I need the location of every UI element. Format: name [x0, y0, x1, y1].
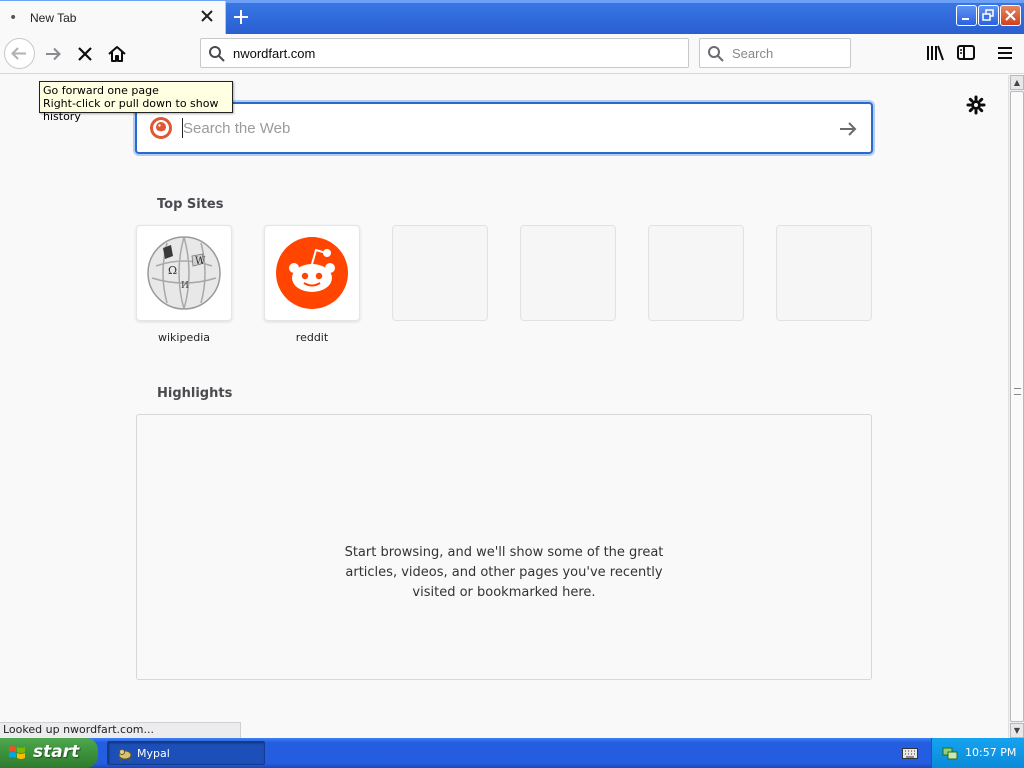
top-sites-heading: Top Sites: [157, 197, 224, 212]
gear-icon: [966, 95, 986, 115]
new-tab-page: Search the Web Top Sites Ω W И wikipedia: [0, 75, 1008, 738]
top-site-label[interactable]: wikipedia: [136, 331, 232, 344]
top-site-tile-empty[interactable]: [520, 225, 616, 321]
new-tab-button[interactable]: [230, 6, 252, 28]
highlights-heading: Highlights: [157, 386, 233, 401]
top-site-tile-empty[interactable]: [648, 225, 744, 321]
minimize-icon: [962, 18, 969, 20]
top-site-tile-wikipedia[interactable]: Ω W И: [136, 225, 232, 321]
forward-button-tooltip: Go forward one page Right-click or pull …: [39, 81, 233, 123]
url-bar[interactable]: nwordfart.com: [200, 38, 689, 68]
reddit-icon: [276, 237, 348, 309]
home-button[interactable]: [102, 39, 132, 69]
top-site-label[interactable]: reddit: [264, 331, 360, 344]
menu-button[interactable]: [994, 42, 1016, 64]
clock: 10:57 PM: [965, 746, 1017, 759]
tooltip-line-2: Right-click or pull down to show history: [43, 97, 219, 123]
search-bar[interactable]: Search: [699, 38, 851, 68]
top-site-tile-reddit[interactable]: [264, 225, 360, 321]
scrollbar-grip: [1014, 388, 1021, 395]
web-search-box[interactable]: Search the Web: [135, 102, 873, 154]
svg-text:Ω: Ω: [168, 264, 177, 277]
close-icon[interactable]: [200, 9, 214, 23]
stop-icon: [78, 47, 92, 61]
scroll-down-button[interactable]: ▼: [1010, 723, 1024, 738]
tab-title: New Tab: [30, 11, 77, 25]
highlights-panel: Start browsing, and we'll show some of t…: [136, 414, 872, 680]
tab-strip: • New Tab: [0, 0, 1024, 34]
vertical-scrollbar[interactable]: ▲ ▼: [1008, 75, 1024, 738]
close-icon: [1005, 10, 1016, 21]
network-icon[interactable]: [942, 745, 958, 761]
scrollbar-thumb[interactable]: [1010, 91, 1024, 722]
top-site-tile-empty[interactable]: [776, 225, 872, 321]
forward-arrow-icon: [46, 47, 61, 61]
minimize-button[interactable]: [956, 5, 977, 26]
plus-icon: [234, 10, 248, 24]
stop-button[interactable]: [70, 39, 100, 69]
library-button[interactable]: [924, 42, 946, 64]
window-close-button[interactable]: [1000, 5, 1021, 26]
search-placeholder: Search: [732, 46, 774, 61]
tooltip-line-1: Go forward one page: [43, 84, 159, 97]
windows-logo-icon: [9, 746, 25, 759]
status-bar: Looked up nwordfart.com...: [0, 722, 241, 738]
system-tray: 10:57 PM: [931, 738, 1024, 768]
taskbar: start Mypal 10:57 PM: [0, 738, 1024, 768]
sidebar-button[interactable]: [955, 42, 977, 64]
hamburger-menu-icon: [998, 47, 1012, 59]
svg-text:И: И: [181, 281, 189, 291]
tab-loading-indicator: •: [9, 10, 18, 26]
start-button[interactable]: start: [0, 738, 98, 768]
search-icon: [708, 46, 724, 62]
library-icon: [927, 45, 944, 61]
svg-text:W: W: [195, 256, 206, 267]
mypal-app-icon: [118, 749, 132, 762]
home-icon: [108, 46, 126, 62]
navigation-toolbar: nwordfart.com Search: [0, 34, 1024, 74]
taskbar-item-mypal[interactable]: Mypal: [107, 741, 265, 765]
keyboard-icon[interactable]: [902, 746, 918, 760]
tab-new-tab[interactable]: • New Tab: [0, 1, 226, 34]
restore-icon: [982, 9, 994, 21]
scroll-up-button[interactable]: ▲: [1010, 75, 1024, 90]
top-site-tile-empty[interactable]: [392, 225, 488, 321]
arrow-right-icon[interactable]: [837, 118, 859, 140]
start-label: start: [33, 742, 80, 762]
settings-button[interactable]: [965, 94, 987, 116]
back-arrow-icon: [11, 47, 26, 60]
forward-button[interactable]: [38, 39, 68, 69]
wikipedia-globe-icon: Ω W И: [147, 236, 221, 310]
search-icon: [209, 46, 225, 62]
highlights-empty-message: Start browsing, and we'll show some of t…: [344, 545, 664, 600]
restore-button[interactable]: [978, 5, 999, 26]
taskbar-item-label: Mypal: [137, 747, 170, 760]
url-text[interactable]: nwordfart.com: [233, 46, 315, 61]
sidebar-icon: [957, 45, 975, 60]
back-button[interactable]: [4, 38, 35, 69]
